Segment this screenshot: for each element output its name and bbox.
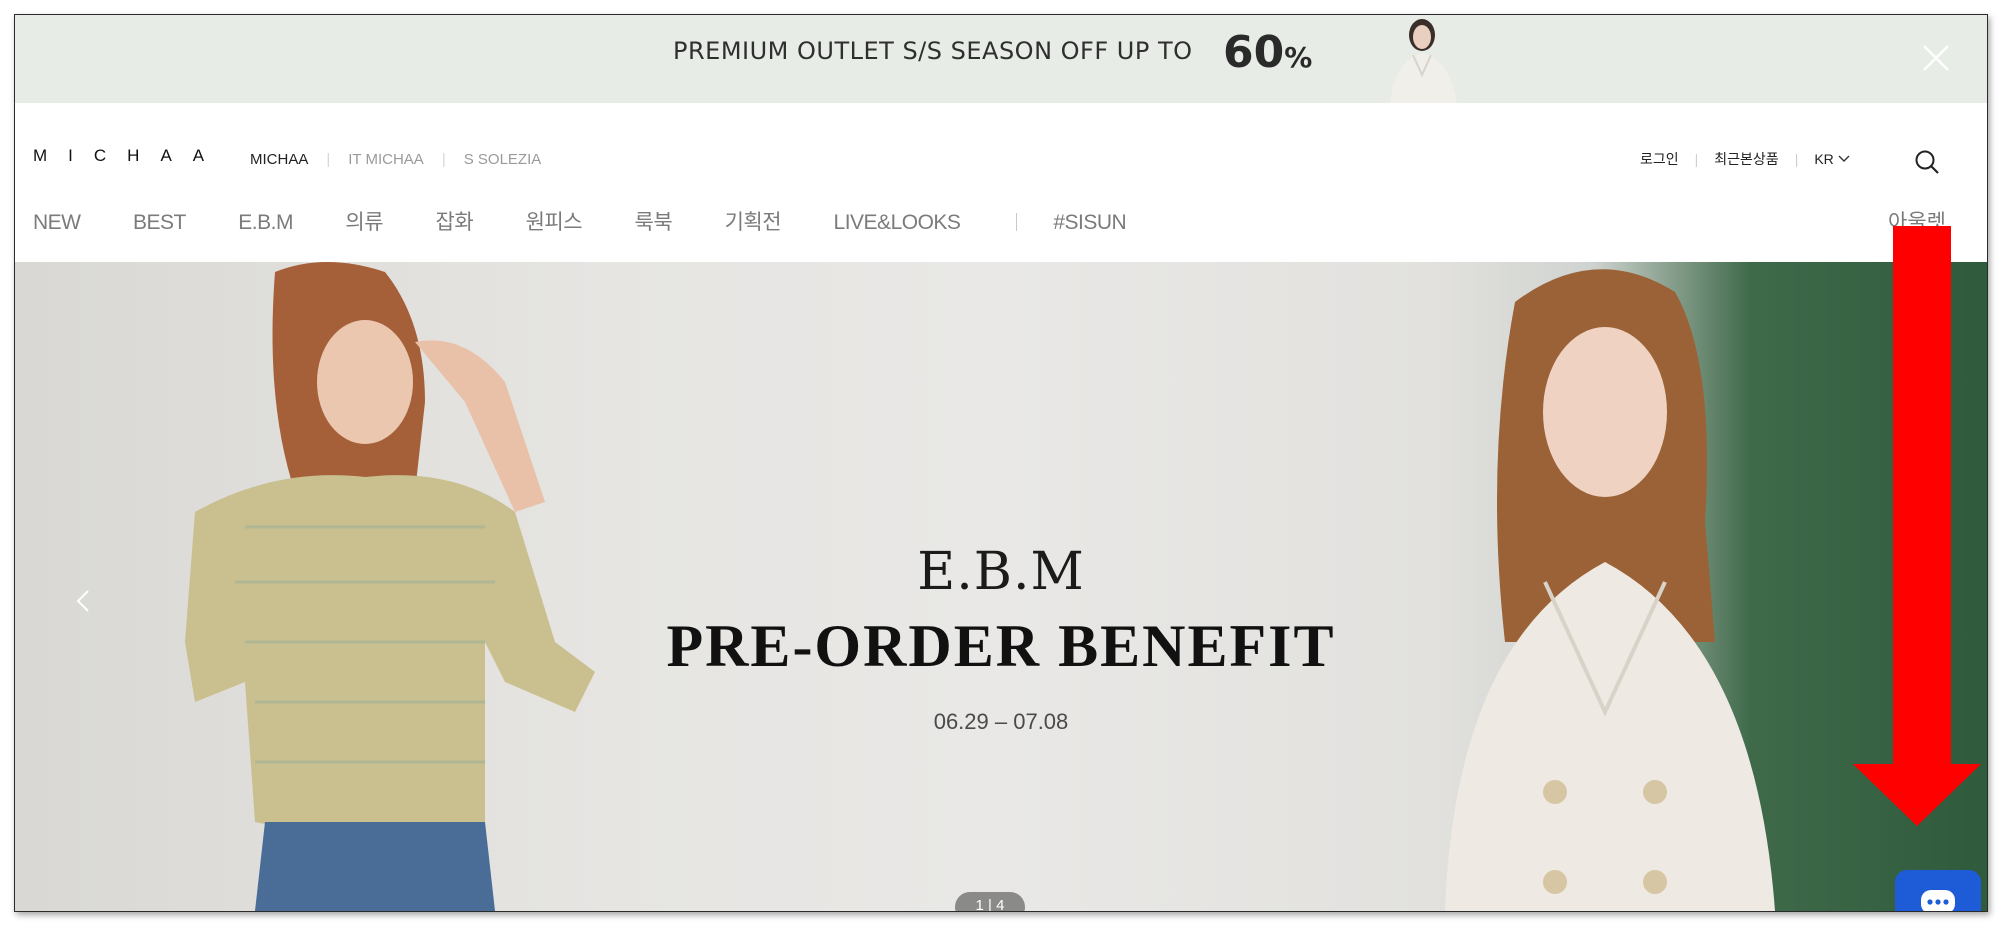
language-select[interactable]: KR [1814,151,1850,167]
nav-live-looks[interactable]: LIVE&LOOKS [834,211,961,235]
close-icon[interactable] [1919,41,1953,75]
browser-page: PREMIUM OUTLET S/S SEASON OFF UP TO 60% … [14,14,1988,912]
brand-it-michaa[interactable]: IT MICHAA [348,151,424,168]
hero-banner[interactable]: E.B.M PRE-ORDER BENEFIT 06.29 – 07.08 1 … [15,262,1987,911]
slide-pager: 1 | 4 [955,892,1025,911]
search-icon[interactable] [1913,148,1941,176]
brand-switcher: MICHAA | IT MICHAA | S SOLEZIA [250,151,541,168]
chat-button[interactable] [1895,870,1981,911]
promo-discount-value: 60 [1223,27,1285,78]
nav-sisun[interactable]: #SISUN [1053,211,1126,235]
nav-exhibition[interactable]: 기획전 [725,206,782,236]
nav-new[interactable]: NEW [33,211,81,235]
utility-menu: 로그인 | 최근본상품 | KR [1640,149,1850,169]
nav-divider [1015,213,1017,231]
nav-lookbook[interactable]: 룩북 [635,206,673,236]
nav-best[interactable]: BEST [133,211,186,235]
chat-icon [1921,890,1955,911]
util-divider: | [1794,151,1799,167]
brand-michaa[interactable]: MICHAA [250,151,308,168]
nav-ebm[interactable]: E.B.M [238,211,293,235]
promo-model-image [1390,19,1457,103]
nav-onepiece[interactable]: 원피스 [526,206,583,236]
main-nav: NEW BEST E.B.M 의류 잡화 원피스 룩북 기획전 LIVE&LOO… [33,206,1174,236]
promo-discount: 60% [1223,27,1312,78]
arrow-down-icon [1853,226,1981,826]
brand-divider: | [441,151,446,168]
chevron-left-icon[interactable] [70,587,98,615]
login-link[interactable]: 로그인 [1640,151,1679,167]
promo-percent: % [1284,41,1313,74]
hero-date: 06.29 – 07.08 [933,709,1069,734]
nav-clothing[interactable]: 의류 [345,206,383,236]
brand-s-solezia[interactable]: S SOLEZIA [464,151,542,168]
language-value: KR [1814,151,1834,167]
hero-brand-logo: E.B.M [917,542,1085,602]
chevron-down-icon [1838,155,1850,162]
promo-banner[interactable]: PREMIUM OUTLET S/S SEASON OFF UP TO 60% [15,15,1987,103]
nav-accessories[interactable]: 잡화 [436,206,474,236]
util-divider: | [1694,151,1699,167]
brand-divider: | [326,151,331,168]
hero-title: PRE-ORDER BENEFIT [666,613,1336,679]
promo-text: PREMIUM OUTLET S/S SEASON OFF UP TO [673,37,1193,65]
site-logo[interactable]: MICHAA [33,146,225,166]
recent-products-link[interactable]: 최근본상품 [1714,151,1778,167]
